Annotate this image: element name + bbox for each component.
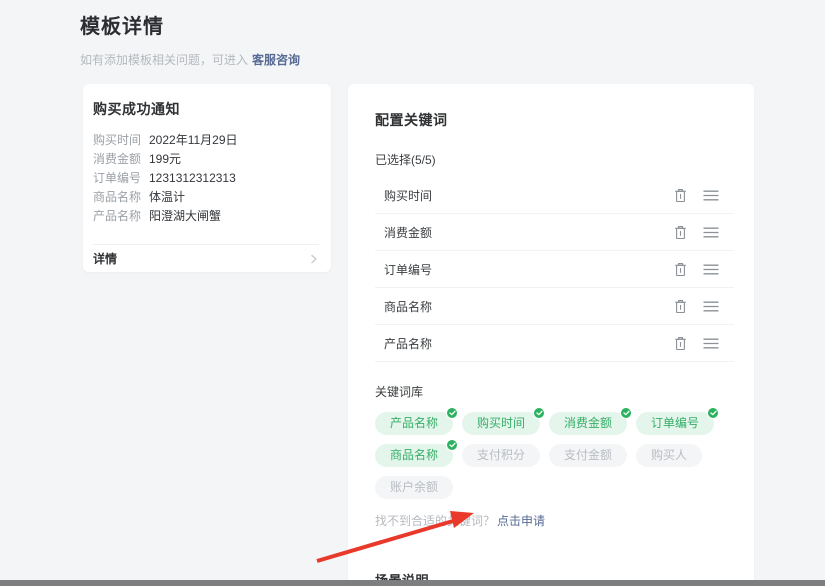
apply-link[interactable]: 点击申请 [497, 514, 545, 528]
field-label: 购买时间 [93, 131, 141, 150]
selected-keyword-row: 商品名称 [375, 288, 734, 325]
field-row: 消费金额 199元 [93, 150, 319, 169]
keyword-tag[interactable]: 账户余额 [375, 476, 453, 499]
keyword-label: 消费金额 [384, 224, 432, 241]
keyword-label: 产品名称 [384, 335, 432, 352]
check-icon [446, 407, 458, 419]
keyword-tag[interactable]: 商品名称 [375, 444, 453, 467]
trash-icon[interactable] [674, 262, 687, 277]
detail-label: 详情 [93, 250, 117, 267]
drag-handle-icon[interactable] [703, 227, 719, 238]
drag-handle-icon[interactable] [703, 264, 719, 275]
keyword-tag[interactable]: 支付积分 [462, 444, 540, 467]
field-label: 产品名称 [93, 207, 141, 226]
drag-handle-icon[interactable] [703, 301, 719, 312]
config-title: 配置关键词 [375, 110, 734, 130]
keyword-library-tags: 产品名称 购买时间 消费金额 订单编号 商品名称 支付积分 支付金额 购买人 账… [375, 412, 715, 499]
trash-icon[interactable] [674, 188, 687, 203]
keyword-tag-label: 账户余额 [390, 480, 438, 494]
keyword-tag[interactable]: 订单编号 [636, 412, 714, 435]
field-row: 购买时间 2022年11月29日 [93, 131, 319, 150]
check-icon [446, 439, 458, 451]
keyword-tag-label: 购买人 [651, 448, 687, 462]
keyword-tag-label: 订单编号 [651, 416, 699, 430]
selected-keyword-row: 订单编号 [375, 251, 734, 288]
help-note-text: 如有添加模板相关问题，可进入 [80, 53, 248, 67]
keyword-library-heading: 关键词库 [375, 383, 734, 400]
keyword-tag-label: 商品名称 [390, 448, 438, 462]
keyword-tag-label: 支付金额 [564, 448, 612, 462]
keyword-label: 购买时间 [384, 187, 432, 204]
help-note: 如有添加模板相关问题，可进入客服咨询 [80, 51, 300, 68]
keyword-config-card: 配置关键词 已选择(5/5) 购买时间 消费金额 [348, 84, 754, 586]
customer-service-link[interactable]: 客服咨询 [252, 53, 300, 67]
field-label: 商品名称 [93, 188, 141, 207]
note-text: 找不到合适的关键词？ [375, 514, 495, 528]
keyword-tag[interactable]: 产品名称 [375, 412, 453, 435]
keyword-tag[interactable]: 购买人 [636, 444, 702, 467]
keyword-tag[interactable]: 消费金额 [549, 412, 627, 435]
bottom-edge-bar [0, 580, 825, 586]
keyword-tag-label: 购买时间 [477, 416, 525, 430]
keyword-apply-note: 找不到合适的关键词？点击申请 [375, 512, 734, 529]
drag-handle-icon[interactable] [703, 338, 719, 349]
drag-handle-icon[interactable] [703, 190, 719, 201]
field-value: 1231312312313 [149, 169, 236, 188]
trash-icon[interactable] [674, 299, 687, 314]
notification-title: 购买成功通知 [93, 99, 319, 119]
field-value: 2022年11月29日 [149, 131, 238, 150]
selected-keyword-row: 购买时间 [375, 177, 734, 214]
selected-keyword-row: 产品名称 [375, 325, 734, 362]
field-value: 199元 [149, 150, 181, 169]
detail-link-row[interactable]: 详情 [93, 245, 319, 272]
page-title: 模板详情 [80, 10, 164, 39]
field-value: 体温计 [149, 188, 185, 207]
chevron-right-icon [309, 254, 319, 264]
field-row: 产品名称 阳澄湖大闸蟹 [93, 207, 319, 226]
check-icon [533, 407, 545, 419]
trash-icon[interactable] [674, 225, 687, 240]
check-icon [620, 407, 632, 419]
keyword-tag-label: 消费金额 [564, 416, 612, 430]
notification-preview-card: 购买成功通知 购买时间 2022年11月29日 消费金额 199元 订单编号 1… [83, 84, 331, 272]
keyword-label: 订单编号 [384, 261, 432, 278]
keyword-tag[interactable]: 支付金额 [549, 444, 627, 467]
template-detail-page: 模板详情 如有添加模板相关问题，可进入客服咨询 购买成功通知 购买时间 2022… [0, 0, 825, 586]
field-label: 消费金额 [93, 150, 141, 169]
keyword-tag-label: 产品名称 [390, 416, 438, 430]
field-label: 订单编号 [93, 169, 141, 188]
trash-icon[interactable] [674, 336, 687, 351]
check-icon [707, 407, 719, 419]
keyword-tag-label: 支付积分 [477, 448, 525, 462]
selected-count-heading: 已选择(5/5) [375, 151, 734, 168]
selected-keyword-list: 购买时间 消费金额 [375, 177, 734, 362]
field-row: 订单编号 1231312312313 [93, 169, 319, 188]
field-row: 商品名称 体温计 [93, 188, 319, 207]
selected-keyword-row: 消费金额 [375, 214, 734, 251]
keyword-tag[interactable]: 购买时间 [462, 412, 540, 435]
field-value: 阳澄湖大闸蟹 [149, 207, 221, 226]
keyword-label: 商品名称 [384, 298, 432, 315]
